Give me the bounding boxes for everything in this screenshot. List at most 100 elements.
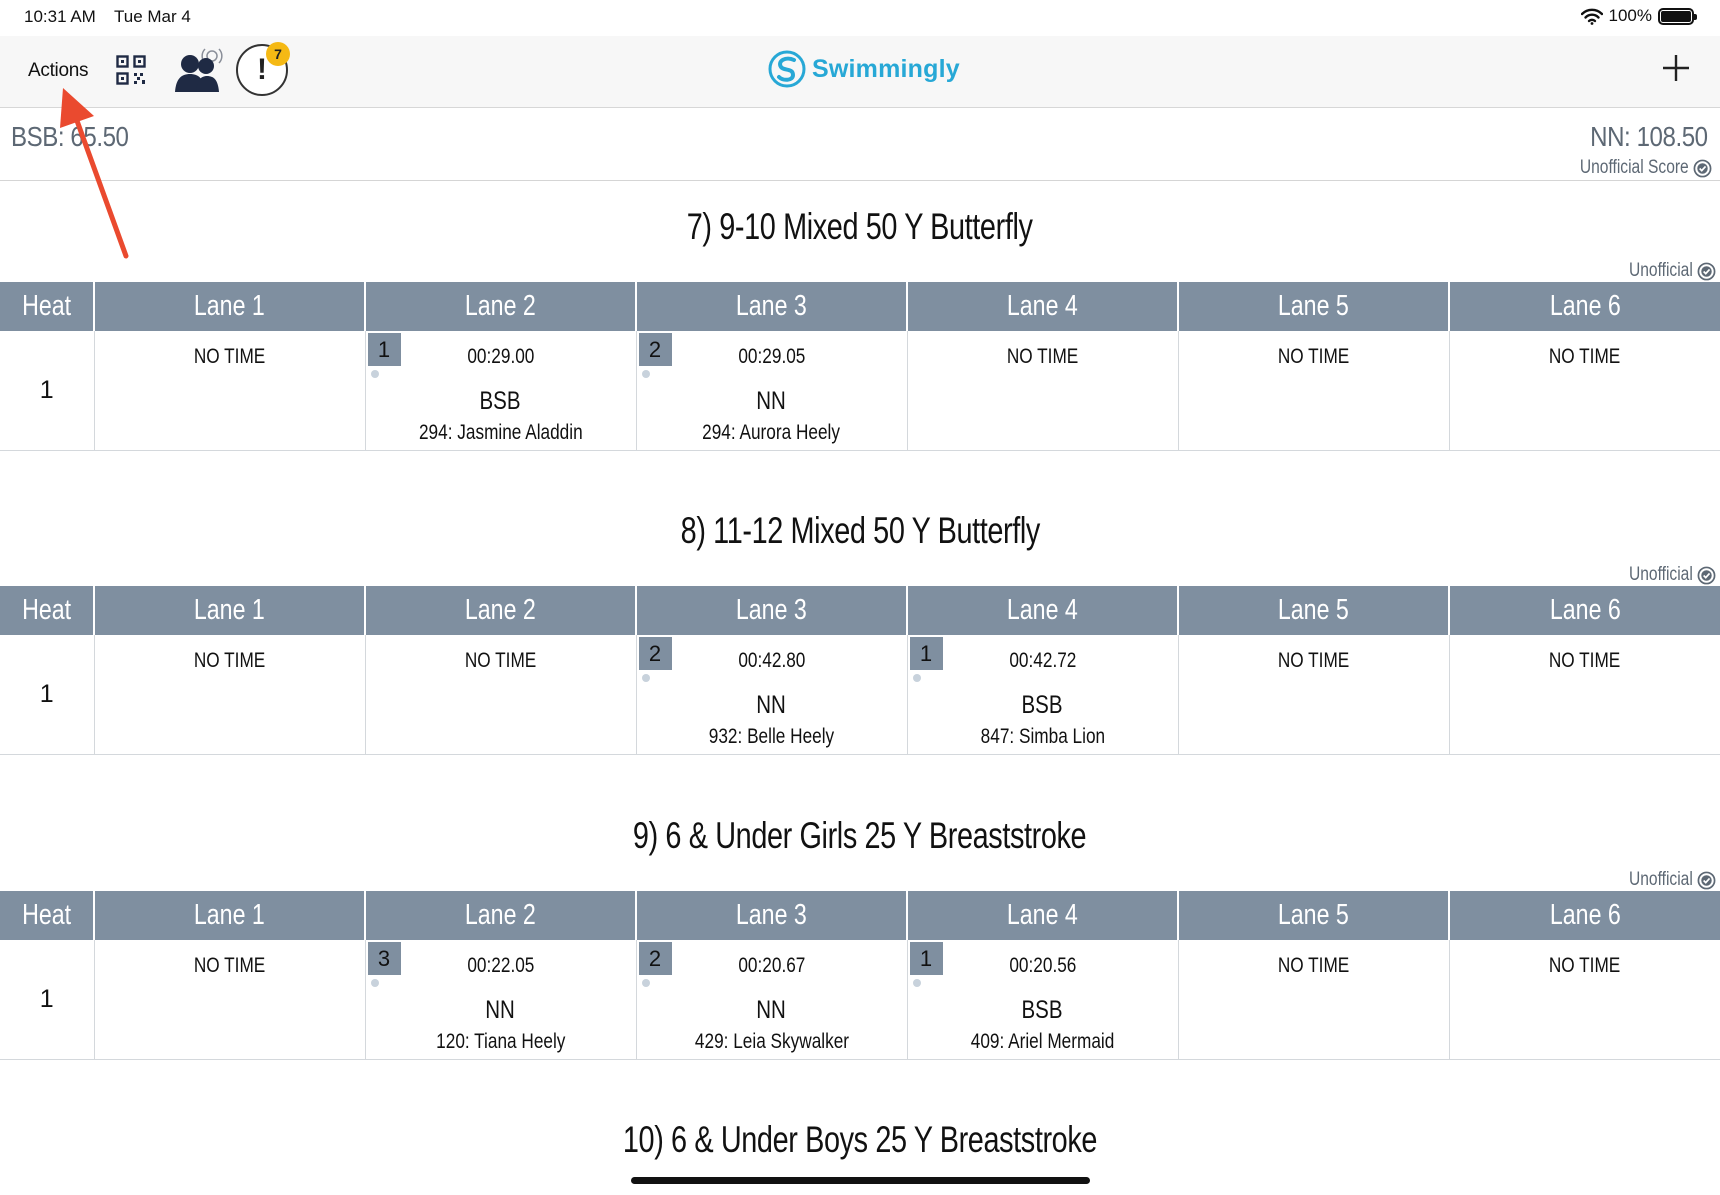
battery-icon	[1658, 7, 1697, 25]
heat-table-header: Heat Lane 1 Lane 2 Lane 3 Lane 4 Lane 5 Lane 6	[0, 891, 1720, 940]
heat-table-header: Heat Lane 1 Lane 2 Lane 3 Lane 4 Lane 5 Lane 6	[0, 282, 1720, 331]
alert-icon: !	[257, 53, 267, 86]
column-header-lane-5: Lane 5	[1177, 282, 1449, 331]
column-header-lane-6: Lane 6	[1448, 891, 1720, 940]
lane-cell[interactable]: NO TIME	[906, 331, 1178, 451]
column-header-lane-4: Lane 4	[906, 891, 1178, 940]
lane-cell[interactable]: 2 00:42.80 NN 932: Belle Heely	[635, 635, 907, 755]
no-time-label: NO TIME	[1277, 345, 1350, 368]
lane-cell[interactable]: 2 00:29.05 NN 294: Aurora Heely	[635, 331, 907, 451]
unofficial-status: Unofficial	[1615, 564, 1716, 586]
table-row: 1 NO TIME 3 00:22.05 NN 120: Tiana Heely 2 00:2…	[0, 940, 1720, 1060]
lane-cell[interactable]: 1 00:29.00 BSB 294: Jasmine Aladdin	[364, 331, 636, 451]
lane-cell[interactable]: NO TIME	[1177, 940, 1449, 1060]
nav-bar: Actions ! 7 Swimmingly	[0, 36, 1720, 108]
status-dot	[912, 674, 921, 682]
status-time: 10:31 AM	[24, 7, 96, 26]
no-time-label: NO TIME	[1277, 649, 1350, 672]
plus-icon[interactable]	[1660, 52, 1692, 84]
event-title: 7) 9-10 Mixed 50 Y Butterfly	[687, 206, 1033, 247]
swim-time: 00:29.05	[737, 345, 806, 368]
score-bar: BSB: 65.50 NN: 108.50 Unofficial Score	[0, 109, 1720, 181]
unofficial-status: Unofficial	[1615, 869, 1716, 891]
column-header-lane-3: Lane 3	[635, 891, 907, 940]
team-name: NN	[756, 387, 787, 415]
team-name: BSB	[479, 387, 522, 415]
lane-cell[interactable]: NO TIME	[93, 331, 365, 451]
column-header-lane-1: Lane 1	[93, 891, 365, 940]
status-bar: 10:31 AM Tue Mar 4 100%	[0, 0, 1720, 36]
no-time-label: NO TIME	[1549, 345, 1621, 368]
swim-time: 00:42.80	[737, 649, 806, 672]
swimmers-broadcast-icon[interactable]	[174, 44, 230, 94]
event-title: 10) 6 & Under Boys 25 Y Breaststroke	[622, 1119, 1098, 1160]
table-row: 1 NO TIME 1 00:29.00 BSB 294: Jasmine Aladdin…	[0, 331, 1720, 451]
column-header-lane-2: Lane 2	[364, 586, 636, 635]
column-header-heat: Heat	[0, 586, 94, 635]
lane-cell[interactable]: 3 00:22.05 NN 120: Tiana Heely	[364, 940, 636, 1060]
heat-number: 1	[0, 635, 94, 755]
heat-number: 1	[0, 940, 94, 1060]
lane-cell[interactable]: NO TIME	[364, 635, 636, 755]
lane-cell[interactable]: 1 00:20.56 BSB 409: Ariel Mermaid	[906, 940, 1178, 1060]
no-time-label: NO TIME	[193, 345, 266, 368]
swimmingly-logo-icon	[768, 50, 806, 88]
status-right: 100%	[1580, 6, 1697, 26]
lane-cell[interactable]: NO TIME	[1448, 940, 1720, 1060]
event-title: 8) 11-12 Mixed 50 Y Butterfly	[680, 510, 1040, 551]
lane-cell[interactable]: NO TIME	[1448, 635, 1720, 755]
no-time-label: NO TIME	[464, 649, 537, 672]
lane-cell[interactable]: NO TIME	[93, 940, 365, 1060]
swimmer-name: 429: Leia Skywalker	[694, 1030, 849, 1053]
column-header-lane-1: Lane 1	[93, 586, 365, 635]
swimmer-name: 294: Aurora Heely	[702, 421, 841, 444]
status-date: Tue Mar 4	[114, 7, 191, 26]
status-dot	[912, 979, 921, 987]
status-dot	[370, 979, 379, 987]
column-header-heat: Heat	[0, 282, 94, 331]
swimmer-name: 409: Ariel Mermaid	[970, 1030, 1115, 1053]
column-header-lane-2: Lane 2	[364, 891, 636, 940]
team-name: BSB	[1021, 996, 1064, 1024]
swim-time: 00:29.00	[466, 345, 535, 368]
check-badge-icon	[1693, 159, 1712, 177]
check-badge-icon	[1697, 871, 1716, 889]
lane-cell[interactable]: 1 00:42.72 BSB 847: Simba Lion	[906, 635, 1178, 755]
column-header-lane-5: Lane 5	[1177, 586, 1449, 635]
swimmer-name: 932: Belle Heely	[708, 725, 835, 748]
unofficial-score-label: Unofficial Score	[1580, 157, 1689, 178]
status-dot	[641, 979, 650, 987]
unofficial-score-note: Unofficial Score	[1556, 157, 1712, 179]
no-time-label: NO TIME	[1277, 954, 1350, 977]
lane-cell[interactable]: NO TIME	[1448, 331, 1720, 451]
actions-button[interactable]: Actions	[28, 60, 89, 82]
brand-logo: Swimmingly	[768, 50, 960, 88]
column-header-lane-3: Lane 3	[635, 586, 907, 635]
column-header-lane-3: Lane 3	[635, 282, 907, 331]
status-dot	[370, 370, 379, 378]
home-indicator[interactable]	[631, 1177, 1090, 1184]
heat-number: 1	[0, 331, 94, 451]
no-time-label: NO TIME	[1549, 649, 1621, 672]
wifi-icon	[1580, 8, 1603, 25]
lane-cell[interactable]: NO TIME	[93, 635, 365, 755]
column-header-lane-5: Lane 5	[1177, 891, 1449, 940]
qr-code-icon[interactable]	[116, 55, 146, 85]
swim-time: 00:42.72	[1008, 649, 1077, 672]
check-badge-icon	[1697, 262, 1716, 280]
heat-table: Heat Lane 1 Lane 2 Lane 3 Lane 4 Lane 5 Lane 6…	[0, 586, 1720, 755]
lane-cell[interactable]: 2 00:20.67 NN 429: Leia Skywalker	[635, 940, 907, 1060]
heat-table-header: Heat Lane 1 Lane 2 Lane 3 Lane 4 Lane 5 Lane 6	[0, 586, 1720, 635]
swim-time: 00:20.56	[1008, 954, 1077, 977]
lane-cell[interactable]: NO TIME	[1177, 331, 1449, 451]
swimmer-name: 847: Simba Lion	[980, 725, 1105, 748]
swim-time: 00:20.67	[737, 954, 806, 977]
swim-time: 00:22.05	[466, 954, 535, 977]
no-time-label: NO TIME	[1006, 345, 1079, 368]
no-time-label: NO TIME	[193, 954, 266, 977]
team-score-right: NN: 108.50	[1590, 121, 1708, 152]
event-title: 9) 6 & Under Girls 25 Y Breaststroke	[633, 815, 1087, 856]
lane-cell[interactable]: NO TIME	[1177, 635, 1449, 755]
swimmer-name: 120: Tiana Heely	[435, 1030, 566, 1053]
column-header-lane-4: Lane 4	[906, 282, 1178, 331]
